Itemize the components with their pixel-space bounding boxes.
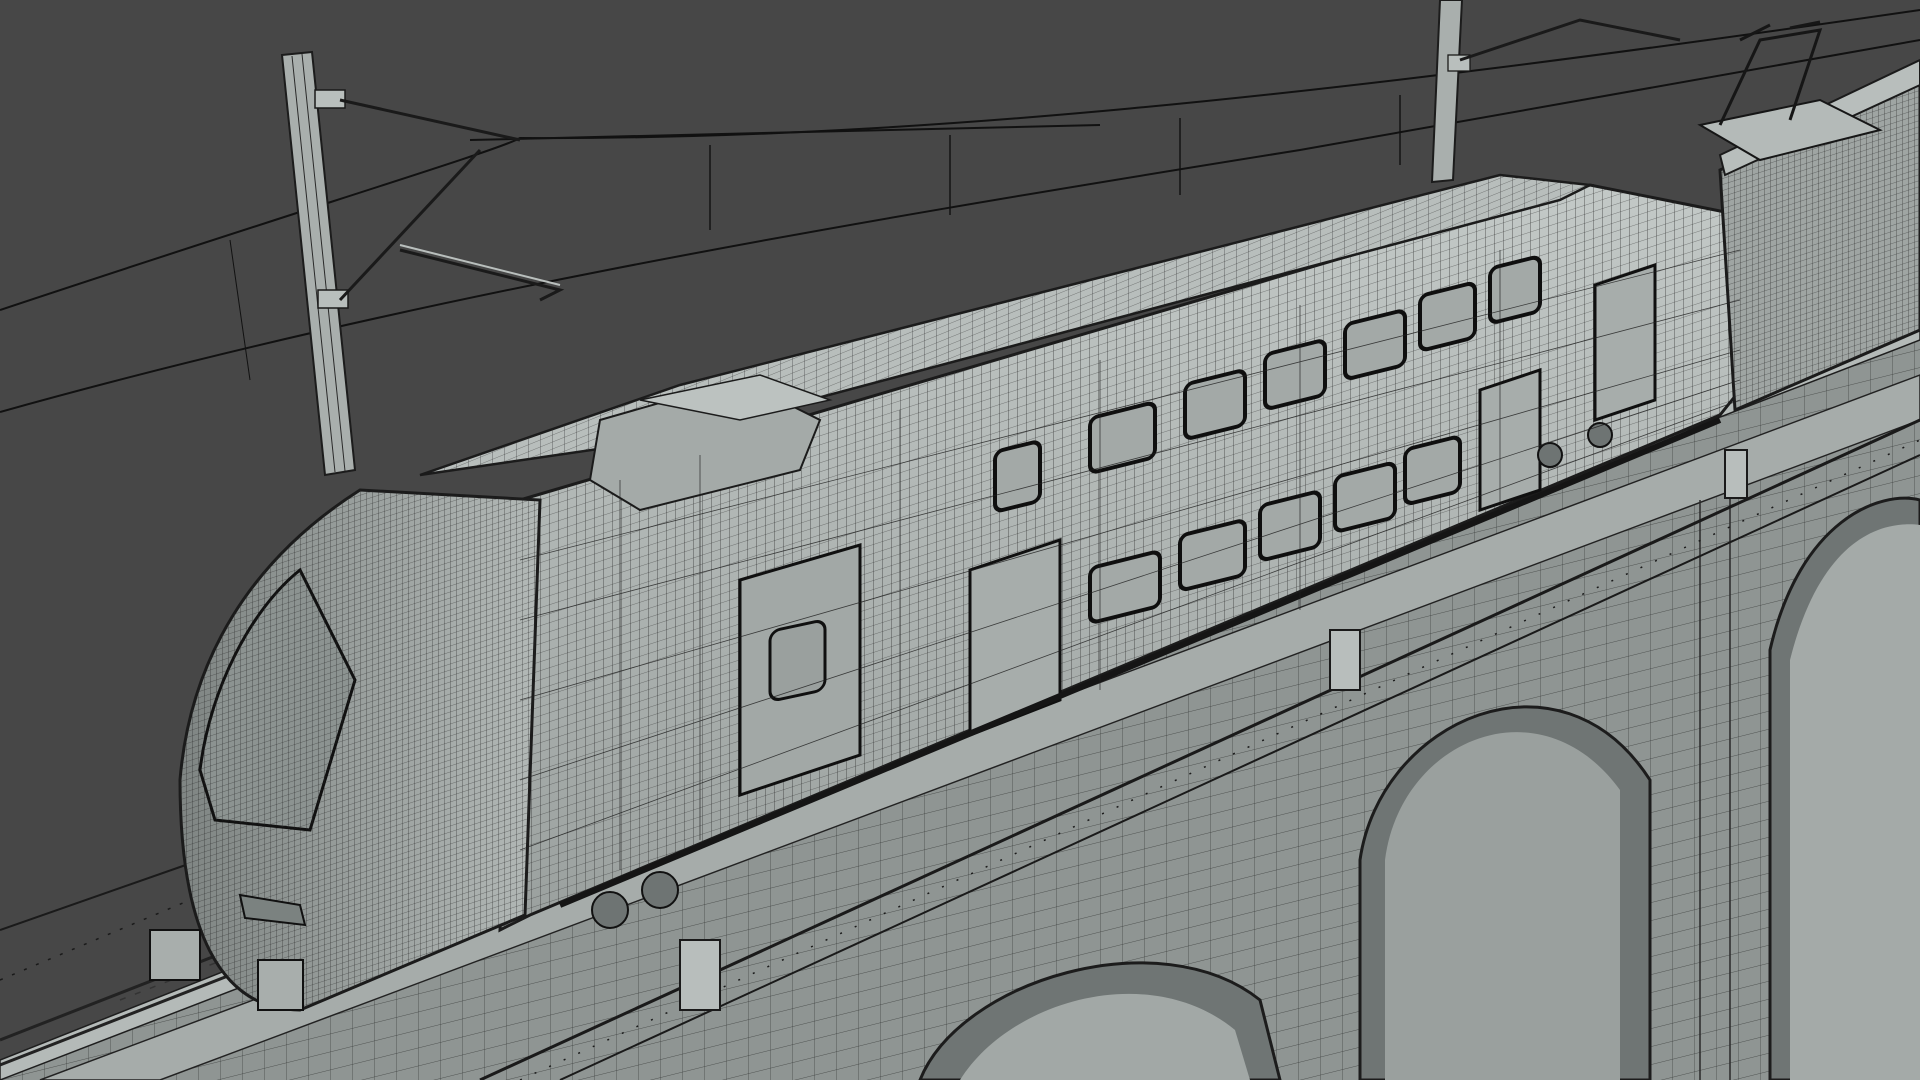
3d-viewport[interactable] <box>0 0 1920 1080</box>
catenary-mast <box>280 50 565 477</box>
catenary-mast <box>1430 0 1681 184</box>
wireframe-scene <box>0 0 1920 1080</box>
